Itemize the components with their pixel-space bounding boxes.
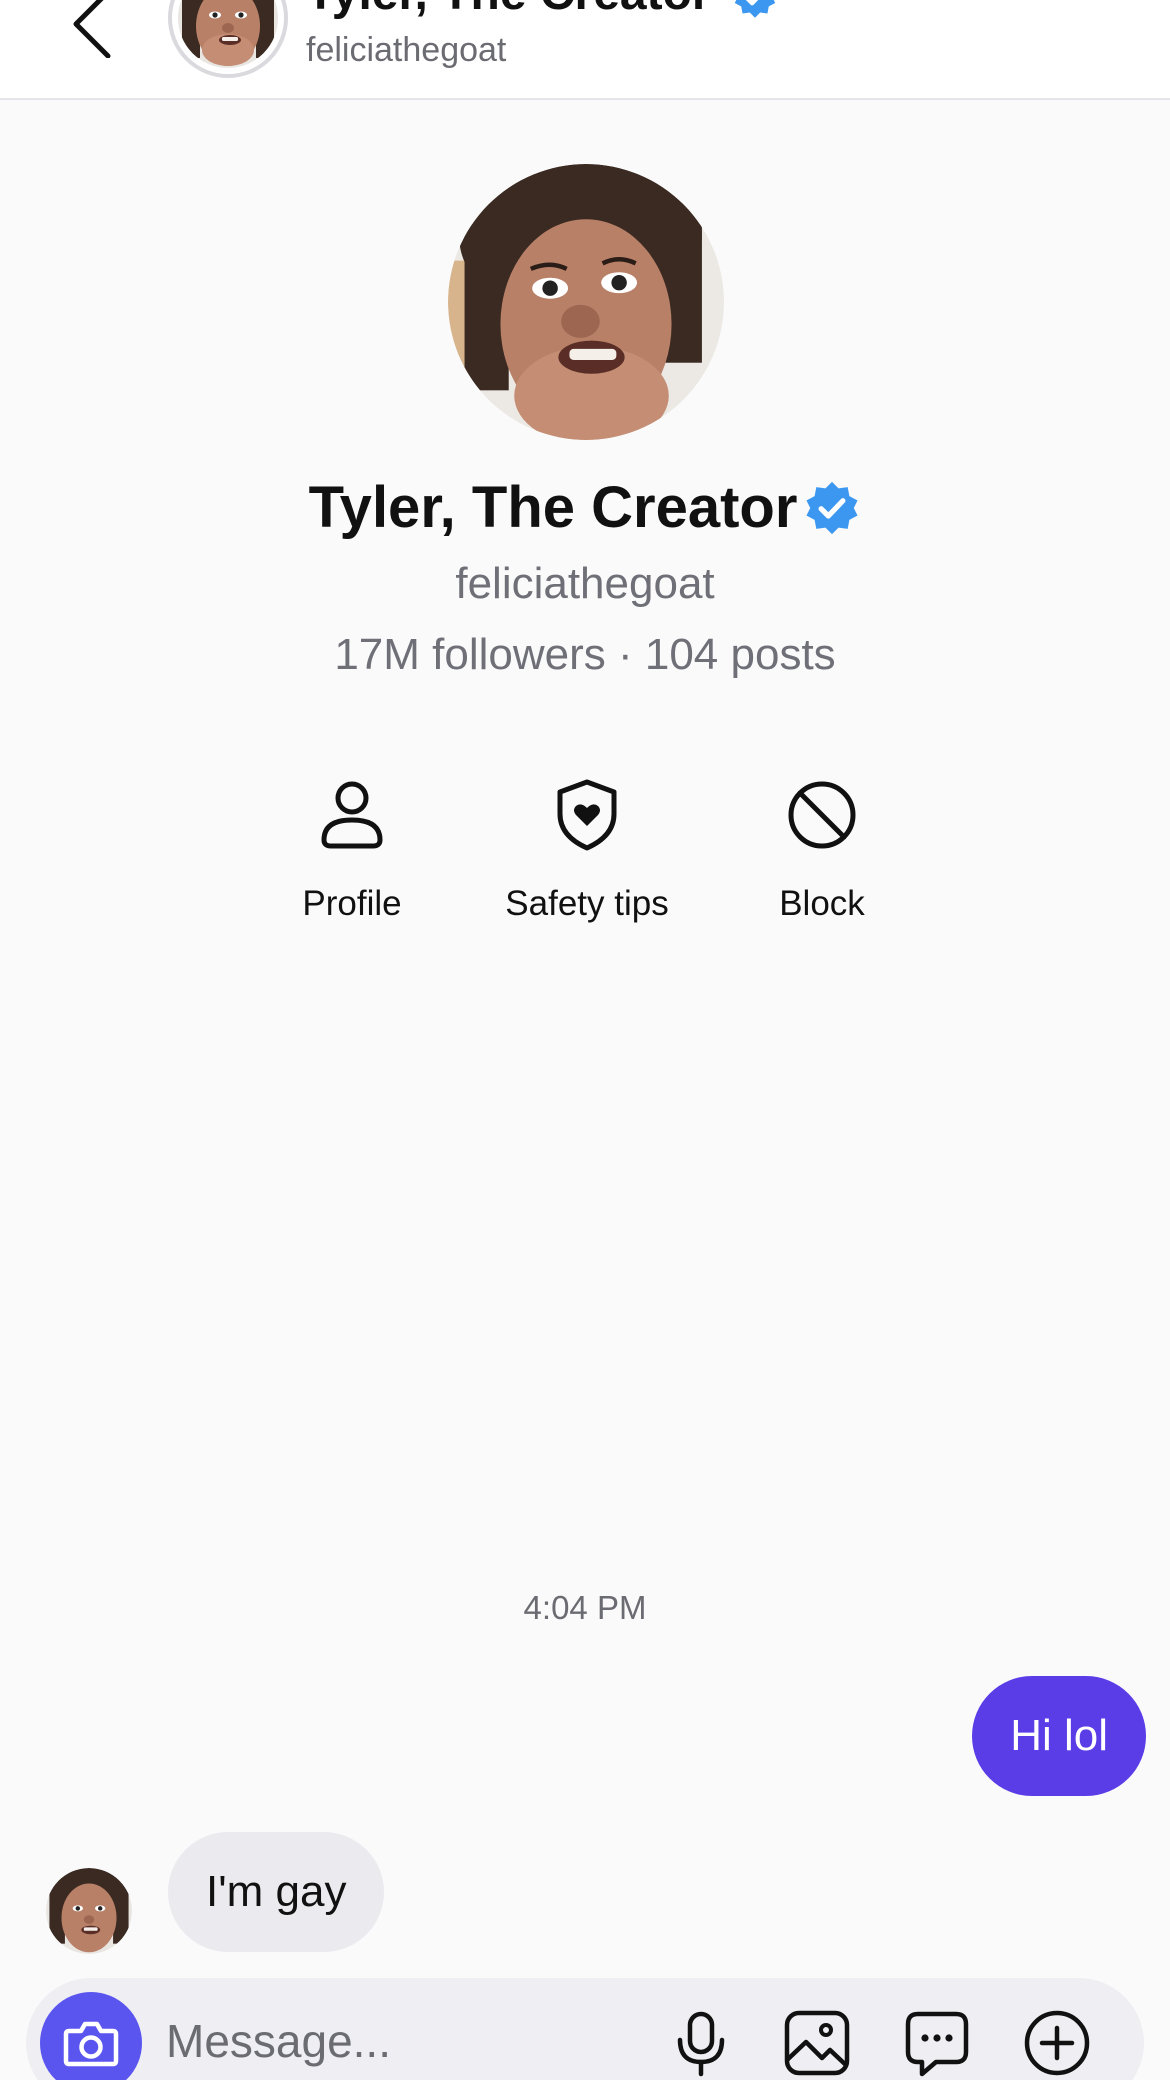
- more-options-button[interactable]: [1022, 2008, 1092, 2078]
- message-input[interactable]: [166, 2006, 646, 2076]
- header-avatar[interactable]: [168, 0, 288, 78]
- avatar-photo: [46, 1868, 132, 1954]
- action-label: Safety tips: [505, 884, 669, 923]
- camera-button[interactable]: [40, 1992, 142, 2080]
- block-button[interactable]: Block: [712, 776, 932, 956]
- outgoing-message[interactable]: Hi lol: [972, 1676, 1146, 1796]
- avatar-photo: [448, 164, 724, 440]
- action-label: Block: [779, 884, 865, 923]
- chevron-left-icon: [73, 0, 111, 59]
- profile-stats: 17M followers · 104 posts: [334, 630, 836, 679]
- quick-reply-button[interactable]: [902, 2008, 972, 2078]
- person-icon: [321, 781, 383, 849]
- gallery-button[interactable]: [782, 2008, 852, 2078]
- profile-action-button[interactable]: Profile: [242, 776, 462, 956]
- microphone-icon: [677, 2011, 725, 2077]
- header-title: Tyler, The Creator: [306, 0, 711, 22]
- message-timestamp: 4:04 PM: [523, 1589, 647, 1626]
- block-icon: [788, 781, 856, 849]
- profile-avatar[interactable]: [448, 164, 724, 440]
- avatar-photo: [178, 0, 278, 68]
- profile-username: feliciathegoat: [455, 559, 715, 608]
- action-label: Profile: [302, 884, 402, 923]
- message-composer: [26, 1978, 1144, 2080]
- header-username: feliciathegoat: [306, 31, 507, 69]
- incoming-message[interactable]: I'm gay: [168, 1832, 385, 1952]
- sender-avatar[interactable]: [46, 1868, 132, 1954]
- verified-badge-icon: [734, 0, 776, 18]
- chat-screen: Tyler, The Creator feliciathegoat: [0, 0, 1170, 2080]
- back-button[interactable]: [64, 0, 124, 59]
- shield-heart-icon: [557, 779, 617, 851]
- profile-name-row: Tyler, The Creator: [0, 470, 1170, 546]
- plus-icon: [1024, 2010, 1090, 2076]
- chat-bubble-icon: [905, 2011, 969, 2077]
- profile-name: Tyler, The Creator: [308, 475, 798, 540]
- camera-icon: [63, 2021, 119, 2067]
- verified-badge-icon: [806, 481, 858, 535]
- image-icon: [784, 2010, 850, 2076]
- voice-message-button[interactable]: [666, 2008, 736, 2078]
- safety-tips-button[interactable]: Safety tips: [477, 776, 697, 956]
- chat-header: Tyler, The Creator feliciathegoat: [0, 0, 1170, 100]
